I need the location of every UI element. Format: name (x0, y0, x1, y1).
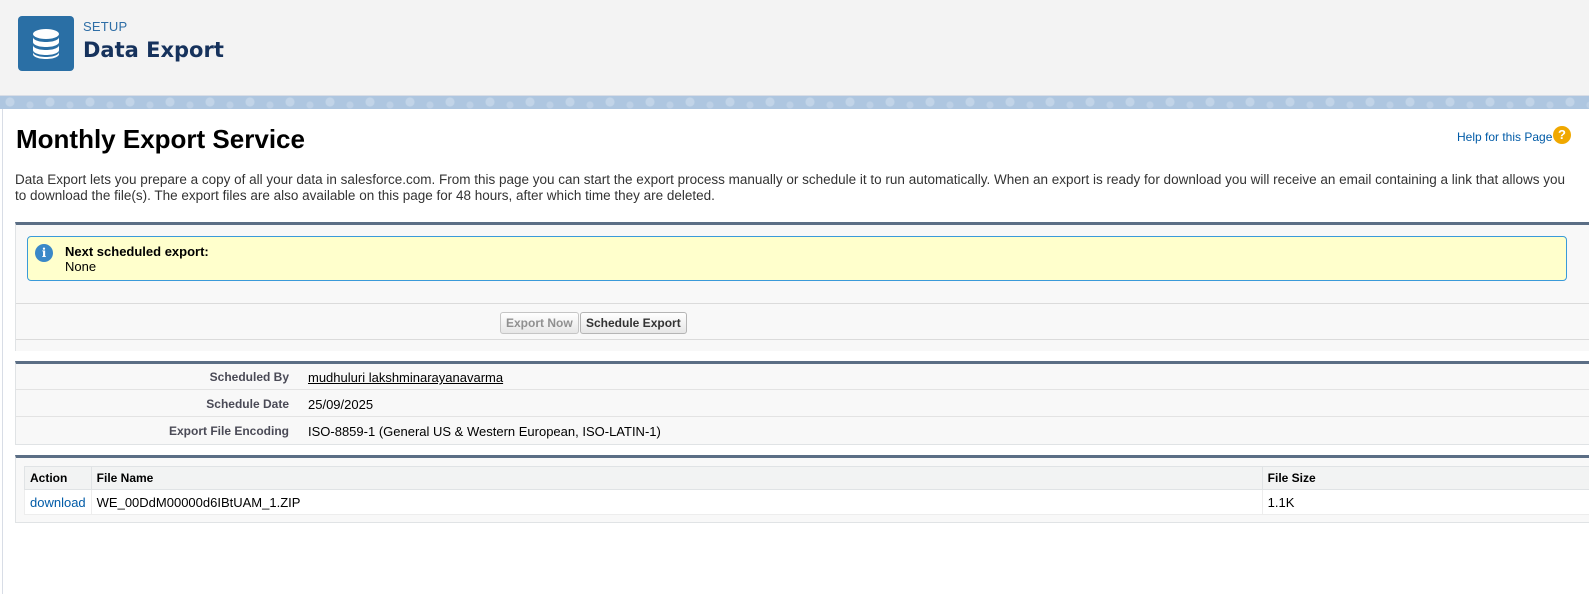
info-icon: i (35, 244, 53, 262)
scheduled-by-value: mudhuluri lakshminarayanavarma (308, 370, 503, 385)
help-link[interactable]: Help for this Page (1457, 130, 1552, 144)
schedule-date-value: 25/09/2025 (308, 397, 374, 412)
schedule-details-section: Scheduled By mudhuluri lakshminarayanava… (15, 361, 1589, 445)
export-files-table: Action File Name File Size download WE_0… (24, 466, 1589, 515)
column-header-file-size: File Size (1261, 466, 1589, 490)
export-files-section: Action File Name File Size download WE_0… (15, 455, 1589, 523)
schedule-export-button[interactable]: Schedule Export (580, 312, 687, 334)
next-export-value: None (65, 259, 97, 274)
next-export-label: Next scheduled export: (65, 244, 209, 259)
table-header-row: Action File Name File Size (24, 466, 1589, 490)
page-description: Data Export lets you prepare a copy of a… (15, 172, 1566, 203)
database-icon (18, 16, 74, 71)
table-row: download WE_00DdM00000d6IBtUAM_1.ZIP 1.1… (24, 489, 1589, 515)
detail-row-encoding: Export File Encoding ISO-8859-1 (General… (16, 418, 1589, 444)
scheduled-by-label: Scheduled By (209, 370, 289, 384)
setup-kicker[interactable]: SETUP (83, 19, 127, 34)
setup-title: Data Export (83, 38, 224, 62)
export-info-section: i Next scheduled export: None Export Now… (15, 222, 1589, 351)
detail-row-schedule-date: Schedule Date 25/09/2025 (16, 391, 1589, 417)
page-title: Monthly Export Service (16, 124, 305, 154)
column-header-file-name: File Name (90, 466, 1263, 490)
column-header-action: Action (24, 466, 92, 490)
decorative-band (0, 96, 1589, 109)
download-link[interactable]: download (30, 495, 86, 510)
button-row: Export Now Schedule Export (16, 303, 1589, 340)
info-message-box: i Next scheduled export: None (27, 236, 1567, 281)
file-size-cell: 1.1K (1261, 489, 1589, 515)
encoding-value: ISO-8859-1 (General US & Western Europea… (308, 424, 661, 439)
file-name-cell: WE_00DdM00000d6IBtUAM_1.ZIP (90, 489, 1263, 515)
detail-row-scheduled-by: Scheduled By mudhuluri lakshminarayanava… (16, 364, 1589, 390)
main-content: Monthly Export Service Help for this Pag… (2, 109, 1589, 594)
schedule-date-label: Schedule Date (206, 397, 289, 411)
setup-header: SETUP Data Export (0, 0, 1589, 96)
export-now-button[interactable]: Export Now (500, 312, 579, 334)
action-cell: download (24, 489, 92, 515)
help-icon[interactable]: ? (1553, 126, 1571, 144)
scheduled-by-user-link[interactable]: mudhuluri lakshminarayanavarma (308, 370, 503, 385)
encoding-label: Export File Encoding (168, 424, 289, 438)
